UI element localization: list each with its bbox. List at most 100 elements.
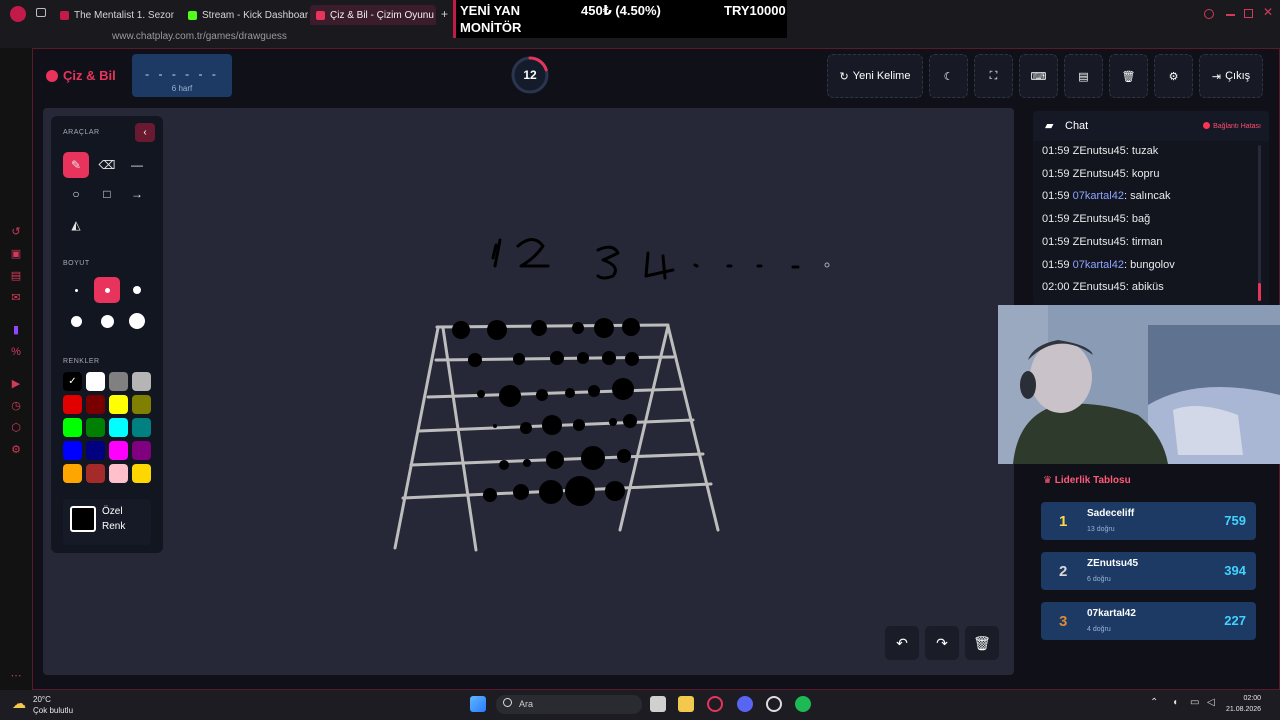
weather-widget[interactable]: 20°C Çok bulutlu <box>33 694 73 716</box>
tray-network-icon[interactable]: ▭ <box>1190 697 1199 708</box>
tray-volume-icon[interactable]: ◁ <box>1207 697 1215 708</box>
task-view-icon[interactable] <box>650 696 666 712</box>
color-swatch[interactable] <box>109 418 128 437</box>
sidebar-chat-icon[interactable]: ▤ <box>10 270 22 282</box>
leaderboard-rank: 1 <box>1059 513 1068 530</box>
arrow-tool[interactable]: → <box>124 181 150 207</box>
delete-button[interactable]: 🗑︎ <box>1109 54 1148 98</box>
tab-ciz-bil[interactable]: Çiz & Bil - Çizim Oyunu <box>310 5 436 25</box>
sidebar-box-icon[interactable]: ⬡ <box>10 422 22 434</box>
size-option-5[interactable] <box>94 308 120 334</box>
leaderboard-row[interactable]: 1 Sadeceliff 13 doğru 759 <box>1041 502 1256 540</box>
size-option-1[interactable] <box>63 277 89 303</box>
discord-icon[interactable] <box>737 696 753 712</box>
color-swatch[interactable] <box>86 372 105 391</box>
settings-button[interactable]: ⚙ <box>1154 54 1193 98</box>
taskbar-search[interactable] <box>496 695 642 714</box>
chat-user[interactable]: 07kartal42 <box>1073 190 1124 202</box>
brush-tool[interactable]: ✎ <box>63 152 89 178</box>
color-swatch[interactable] <box>132 441 151 460</box>
collapse-panel-button[interactable]: ‹ <box>135 123 155 142</box>
color-swatch[interactable] <box>132 464 151 483</box>
app-logo[interactable]: Çiz & Bil <box>46 68 116 83</box>
circle-tool[interactable]: ○ <box>63 181 89 207</box>
new-word-button[interactable]: ↻ Yeni Kelime <box>827 54 923 98</box>
color-swatch[interactable] <box>63 395 82 414</box>
webcam-overlay <box>998 305 1280 464</box>
search-icon[interactable] <box>1204 9 1214 19</box>
sidebar-settings-icon[interactable]: ⚙ <box>10 444 22 456</box>
tab-kick[interactable]: Stream - Kick Dashboard <box>182 5 308 25</box>
chat-user[interactable]: ZEnutsu45 <box>1073 145 1126 157</box>
size-option-4[interactable] <box>63 308 89 334</box>
minimize-icon[interactable] <box>1226 14 1235 16</box>
tray-chevron-icon[interactable]: ⌃ <box>1150 697 1158 708</box>
leaderboard-row[interactable]: 2 ZEnutsu45 6 doğru 394 <box>1041 552 1256 590</box>
file-explorer-icon[interactable] <box>678 696 694 712</box>
size-option-6[interactable] <box>124 308 150 334</box>
spotify-icon[interactable] <box>795 696 811 712</box>
app-icon[interactable] <box>766 696 782 712</box>
custom-color-swatch[interactable] <box>70 506 96 532</box>
color-swatch[interactable] <box>63 441 82 460</box>
chat-scrollbar-thumb[interactable] <box>1258 283 1261 301</box>
leaderboard-title: ♛ Liderlik Tablosu <box>1043 475 1131 486</box>
fill-tool[interactable]: ◭ <box>63 212 89 238</box>
sidebar-mail-icon[interactable]: ✉ <box>10 292 22 304</box>
taskbar-clock[interactable]: 02:00 21.08.2026 <box>1226 693 1261 715</box>
color-swatch[interactable] <box>86 464 105 483</box>
size-option-3[interactable] <box>124 277 150 303</box>
windows-start-icon[interactable] <box>470 696 486 712</box>
rectangle-tool[interactable]: □ <box>94 181 120 207</box>
color-swatch[interactable] <box>109 395 128 414</box>
color-swatch[interactable] <box>63 418 82 437</box>
chat-user[interactable]: ZEnutsu45 <box>1073 168 1126 180</box>
color-swatch[interactable] <box>86 418 105 437</box>
size-option-2[interactable] <box>94 277 120 303</box>
tab-list-icon[interactable] <box>36 8 46 17</box>
color-swatch[interactable] <box>109 464 128 483</box>
maximize-icon[interactable] <box>1244 9 1253 18</box>
chat-user[interactable]: ZEnutsu45 <box>1073 281 1126 293</box>
eraser-tool[interactable]: ⌫ <box>94 152 120 178</box>
sidebar-history-icon[interactable]: ↺ <box>10 226 22 238</box>
twitch-icon[interactable]: ▮ <box>10 324 22 336</box>
drawing-canvas[interactable] <box>43 108 1014 675</box>
keyboard-button[interactable]: ⌨ <box>1019 54 1058 98</box>
theme-toggle-button[interactable]: ☾ <box>929 54 968 98</box>
url-text[interactable]: www.chatplay.com.tr/games/drawguess <box>112 31 287 42</box>
color-swatch[interactable] <box>86 395 105 414</box>
redo-button[interactable]: ↷ <box>925 626 959 660</box>
logout-button[interactable]: ⇥ Çıkış <box>1199 54 1263 98</box>
undo-button[interactable]: ↶ <box>885 626 919 660</box>
color-swatch[interactable] <box>109 372 128 391</box>
tab-mentalist[interactable]: The Mentalist 1. Sezon 12. <box>54 5 174 25</box>
sidebar-percent-icon[interactable]: % <box>10 346 22 358</box>
ad-banner[interactable]: YENİ YAN MONİTÖR 450₺ (4.50%) TRY10000 <box>453 0 787 38</box>
custom-color-picker[interactable]: Özel Renk <box>63 499 151 545</box>
color-swatch[interactable] <box>132 395 151 414</box>
close-icon[interactable]: ✕ <box>1263 5 1273 19</box>
archive-button[interactable]: ▤ <box>1064 54 1103 98</box>
color-swatch[interactable] <box>132 418 151 437</box>
color-swatch[interactable] <box>86 441 105 460</box>
color-swatch[interactable] <box>109 441 128 460</box>
chat-user[interactable]: ZEnutsu45 <box>1073 213 1126 225</box>
tray-mic-icon[interactable]: ◖ <box>1172 697 1178 708</box>
sidebar-clock-icon[interactable]: ◷ <box>10 400 22 412</box>
leaderboard-row[interactable]: 3 07kartal42 4 doğru 227 <box>1041 602 1256 640</box>
sidebar-more-icon[interactable]: ⋯ <box>10 670 22 682</box>
clear-canvas-button[interactable]: 🗑︎ <box>965 626 999 660</box>
color-swatch[interactable] <box>63 464 82 483</box>
fullscreen-button[interactable]: ⛶ <box>974 54 1013 98</box>
color-swatch[interactable] <box>132 372 151 391</box>
line-tool[interactable]: — <box>124 152 150 178</box>
new-tab-button[interactable]: + <box>441 7 448 21</box>
chat-user[interactable]: ZEnutsu45 <box>1073 236 1126 248</box>
color-swatch[interactable]: ✓ <box>63 372 82 391</box>
chat-scrollbar-track[interactable] <box>1258 145 1261 301</box>
chat-user[interactable]: 07kartal42 <box>1073 259 1124 271</box>
sidebar-play-icon[interactable]: ▶ <box>10 378 22 390</box>
sidebar-bag-icon[interactable]: ▣ <box>10 248 22 260</box>
opera-icon[interactable] <box>707 696 723 712</box>
